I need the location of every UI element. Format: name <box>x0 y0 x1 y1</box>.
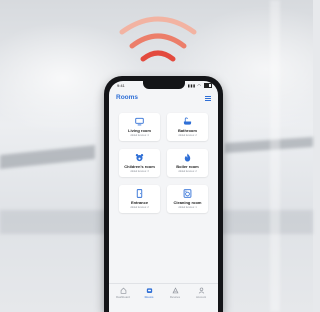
smartphone: 9:41 ▮▮▮ ◠ Rooms Living room Added devic… <box>104 76 223 312</box>
signal-wave-inner <box>140 50 176 62</box>
page-title: Rooms <box>116 94 139 101</box>
room-name: Entrance <box>130 200 149 205</box>
room-card-boiler-room[interactable]: Boiler room Added devices: 2 <box>167 149 208 177</box>
background-shape <box>225 136 313 154</box>
tab-dashboard[interactable]: Dashboard <box>111 287 135 299</box>
home-icon <box>120 287 126 294</box>
rooms-icon <box>146 288 152 293</box>
tab-label: Account <box>195 295 207 299</box>
status-time: 9:41 <box>117 83 125 88</box>
room-name: Children's room <box>124 164 155 169</box>
room-name: Boiler room <box>176 164 199 169</box>
tv-icon <box>135 117 144 126</box>
room-name: Bathroom <box>178 128 197 133</box>
tab-rooms[interactable]: Rooms <box>137 287 161 299</box>
room-card-childrens-room[interactable]: Children's room Added devices: 3 <box>119 149 160 177</box>
wireless-signal-icon <box>119 16 197 62</box>
app-header: Rooms <box>109 93 218 107</box>
room-name: Living room <box>128 128 151 133</box>
user-icon <box>198 287 204 294</box>
signal-wifi-icon: ▮▮▮ ◠ <box>187 83 202 88</box>
signal-wave-outer <box>119 16 197 35</box>
room-card-bathroom[interactable]: Bathroom Added devices: 2 <box>167 113 208 141</box>
room-card-entrance[interactable]: Entrance Added devices: 2 <box>119 185 160 213</box>
room-device-count: Added devices: 1 <box>178 206 197 209</box>
tab-devices[interactable]: Devices <box>163 287 187 299</box>
phone-notch <box>143 81 185 89</box>
phone-screen: 9:41 ▮▮▮ ◠ Rooms Living room Added devic… <box>109 81 218 312</box>
tab-label: Rooms <box>144 295 154 299</box>
room-device-count: Added devices: 2 <box>178 170 197 173</box>
tab-label: Devices <box>170 295 180 299</box>
room-card-cleaning-room[interactable]: Cleaning room Added devices: 1 <box>167 185 208 213</box>
flame-icon <box>184 153 191 162</box>
door-icon <box>136 189 143 198</box>
battery-icon <box>204 83 212 89</box>
background-shape <box>270 0 280 312</box>
tab-label: Dashboard <box>116 295 130 299</box>
room-device-count: Added devices: 3 <box>130 170 149 173</box>
room-device-count: Added devices: 2 <box>178 134 197 137</box>
hamburger-icon[interactable] <box>205 96 211 101</box>
room-device-count: Added devices: 4 <box>130 134 149 137</box>
status-icons: ▮▮▮ ◠ <box>187 83 212 89</box>
bottom-tab-bar: Dashboard Rooms Devices Account <box>109 283 218 306</box>
washing-machine-icon <box>183 189 192 198</box>
signal-wave-middle <box>129 33 187 49</box>
devices-icon <box>172 287 178 294</box>
room-device-count: Added devices: 2 <box>130 206 149 209</box>
teddy-bear-icon <box>135 153 144 162</box>
background-shape <box>0 145 95 169</box>
room-name: Cleaning room <box>173 200 202 205</box>
bathtub-icon <box>183 117 192 125</box>
tab-account[interactable]: Account <box>189 287 213 299</box>
room-card-living-room[interactable]: Living room Added devices: 4 <box>119 113 160 141</box>
